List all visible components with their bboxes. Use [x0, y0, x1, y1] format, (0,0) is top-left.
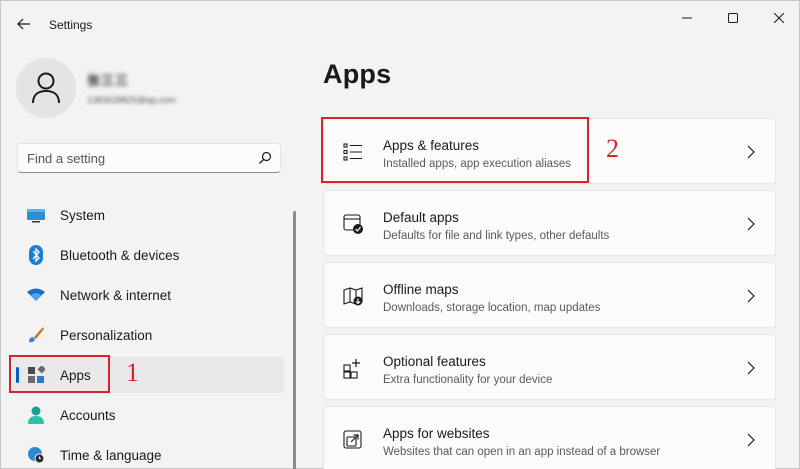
sidebar-item-label: Time & language	[60, 448, 162, 463]
sidebar-item-personalization[interactable]: Personalization	[13, 317, 284, 353]
card-description: Extra functionality for your device	[383, 374, 553, 386]
title-bar: Settings	[1, 1, 800, 47]
maximize-icon	[728, 13, 738, 23]
sidebar-item-label: Accounts	[60, 408, 116, 423]
open-external-icon	[343, 430, 362, 449]
brush-icon	[26, 325, 46, 345]
window-title: Settings	[49, 18, 93, 32]
monitor-icon	[26, 205, 46, 225]
user-email: 1383628825@qq.com	[87, 95, 176, 105]
map-icon	[343, 287, 363, 306]
card-apps-for-websites[interactable]: Apps for websites Websites that can open…	[323, 406, 776, 469]
annotation-box-apps-features	[321, 117, 589, 183]
card-title: Optional features	[383, 354, 486, 369]
minimize-button[interactable]	[664, 5, 710, 31]
sidebar-item-label: Personalization	[60, 328, 153, 343]
person-outline-icon	[32, 72, 60, 104]
page-title: Apps	[323, 59, 392, 89]
card-description: Defaults for file and link types, other …	[383, 230, 610, 242]
annotation-number-2: 2	[606, 134, 619, 163]
card-description: Websites that can open in an app instead…	[383, 446, 661, 458]
sidebar-item-system[interactable]: System	[13, 197, 284, 233]
sidebar-item-accounts[interactable]: Accounts	[13, 397, 284, 433]
minimize-icon	[682, 17, 692, 19]
chevron-right-icon	[747, 145, 755, 159]
chevron-right-icon	[747, 361, 755, 375]
avatar[interactable]	[16, 58, 76, 118]
sidebar-item-label: System	[60, 208, 106, 223]
search-input[interactable]	[18, 144, 250, 172]
add-feature-icon	[343, 359, 360, 379]
card-optional-features[interactable]: Optional features Extra functionality fo…	[323, 334, 776, 400]
sidebar-item-label: Bluetooth & devices	[60, 248, 180, 263]
back-button[interactable]	[13, 13, 35, 35]
sidebar-item-bluetooth[interactable]: Bluetooth & devices	[13, 237, 284, 273]
person-icon	[26, 405, 46, 425]
chevron-right-icon	[747, 217, 755, 231]
sidebar-item-time-language[interactable]: Time & language	[13, 437, 284, 469]
wifi-icon	[26, 285, 46, 305]
sidebar-item-network[interactable]: Network & internet	[13, 277, 284, 313]
search-box[interactable]	[17, 143, 281, 173]
user-name: 张三三	[87, 73, 130, 88]
sidebar-scrollbar[interactable]	[293, 211, 296, 469]
chevron-right-icon	[747, 433, 755, 447]
maximize-button[interactable]	[710, 5, 756, 31]
bluetooth-icon	[26, 245, 46, 265]
close-button[interactable]	[756, 5, 800, 31]
search-icon[interactable]	[258, 151, 272, 165]
sidebar-item-label: Network & internet	[60, 288, 172, 303]
globe-clock-icon	[26, 445, 46, 465]
card-title: Offline maps	[383, 282, 459, 297]
card-default-apps[interactable]: Default apps Defaults for file and link …	[323, 190, 776, 256]
default-apps-icon	[343, 214, 363, 234]
card-title: Apps for websites	[383, 426, 490, 441]
chevron-right-icon	[747, 289, 755, 303]
annotation-box-apps	[9, 355, 110, 393]
card-description: Downloads, storage location, map updates	[383, 302, 601, 314]
close-icon	[774, 13, 784, 23]
card-title: Default apps	[383, 210, 459, 225]
annotation-number-1: 1	[126, 358, 139, 387]
arrow-left-icon	[17, 18, 30, 30]
card-offline-maps[interactable]: Offline maps Downloads, storage location…	[323, 262, 776, 328]
